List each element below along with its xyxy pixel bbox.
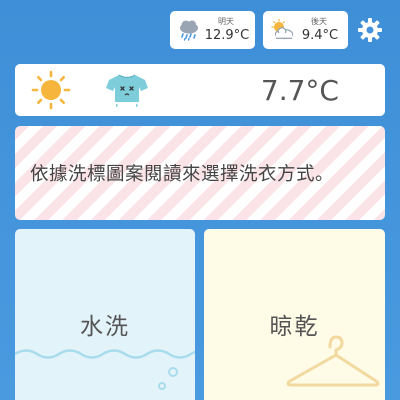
current-weather-card: 7.7°C	[15, 64, 385, 116]
forecast-temperature: 12.9°C	[204, 28, 250, 43]
instruction-banner: 依據洗標圖案閱讀來選擇洗衣方式。	[15, 126, 385, 220]
instruction-text: 依據洗標圖案閱讀來選擇洗衣方式。	[30, 164, 335, 185]
forecast-day-label: 明天	[218, 17, 234, 26]
forecast-day-after-card: 後天 9.4°C	[263, 11, 348, 49]
dry-option-button[interactable]: 晾乾	[204, 229, 385, 400]
hanger-icon	[286, 335, 380, 387]
forecast-temperature: 9.4°C	[301, 28, 339, 43]
wash-option-button[interactable]: 水洗	[15, 229, 195, 400]
sun-icon	[31, 70, 71, 110]
water-waves-icon	[15, 349, 195, 390]
partly-cloudy-icon	[271, 19, 294, 40]
forecast-tomorrow-card: 明天 12.9°C	[170, 11, 255, 49]
rain-cloud-icon	[180, 20, 198, 41]
gear-icon[interactable]	[357, 17, 383, 43]
current-temperature: 7.7°C	[260, 74, 339, 107]
tshirt-icon	[106, 74, 148, 107]
forecast-day-label: 後天	[311, 17, 327, 26]
wash-option-label: 水洗	[80, 314, 130, 340]
